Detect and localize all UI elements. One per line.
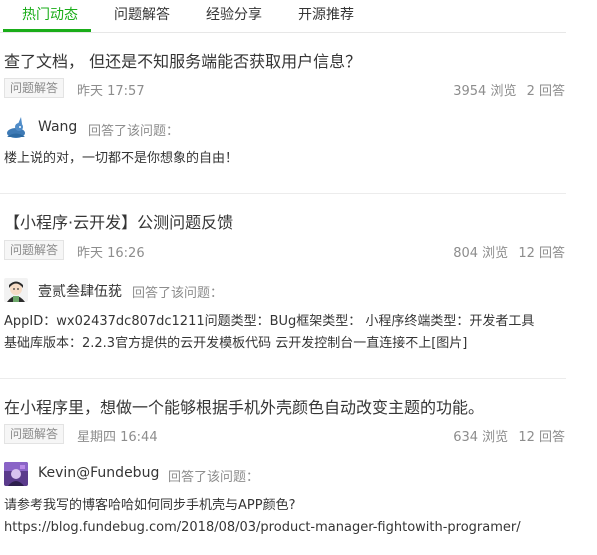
view-count: 3954 浏览 xyxy=(453,84,517,99)
category-tag[interactable]: 问题解答 xyxy=(4,424,65,444)
answered-label: 回答了该问题： xyxy=(168,470,260,485)
post-time: 昨天 17:57 xyxy=(77,84,145,99)
question-title[interactable]: 【小程序·云开发】公测问题反馈 xyxy=(4,209,233,233)
author-name[interactable]: 壹贰叁肆伍莸 xyxy=(38,281,122,301)
answer-count: 2 回答 xyxy=(526,84,565,99)
question-title[interactable]: 查了文档， 但还是不知服务端能否获取用户信息？ xyxy=(4,48,361,72)
purple-photo-avatar-icon[interactable] xyxy=(4,462,28,486)
post-time: 昨天 16:26 xyxy=(77,246,145,261)
answer-excerpt[interactable]: 请参考我写的博客哈哈如何同步手机壳与APP颜色? https://blog.fu… xyxy=(4,495,574,539)
tab-open-source[interactable]: 开源推荐 xyxy=(298,4,354,24)
category-tag[interactable]: 问题解答 xyxy=(4,240,65,260)
view-count: 634 浏览 xyxy=(453,430,509,445)
answer-line: https://blog.fundebug.com/2018/08/03/pro… xyxy=(4,520,521,535)
answer-count: 12 回答 xyxy=(518,246,565,261)
rabbit-avatar-icon[interactable] xyxy=(4,116,28,140)
category-tag[interactable]: 问题解答 xyxy=(4,78,65,98)
tab-hot-activity[interactable]: 热门动态 xyxy=(22,4,78,24)
author-name[interactable]: Kevin@Fundebug xyxy=(38,465,159,481)
answer-count: 12 回答 xyxy=(518,430,565,445)
answer-line: 基础库版本：2.2.3官方提供的云开发模板代码 云开发控制台一直连接不上[图片] xyxy=(4,336,468,351)
divider xyxy=(0,193,566,194)
question-stats: 3954 浏览 2 回答 xyxy=(447,80,565,99)
active-tab-indicator xyxy=(3,29,91,32)
divider xyxy=(0,378,566,379)
question-title[interactable]: 在小程序里，想做一个能够根据手机外壳颜色自动改变主题的功能。 xyxy=(4,394,484,418)
answered-label: 回答了该问题： xyxy=(132,286,224,301)
tab-experience[interactable]: 经验分享 xyxy=(206,4,262,24)
answer-line: AppID：wx02437dc807dc1211问题类型：BUg框架类型： 小程… xyxy=(4,314,535,329)
answer-excerpt[interactable]: AppID：wx02437dc807dc1211问题类型：BUg框架类型： 小程… xyxy=(4,311,574,355)
cartoon-girl-avatar-icon[interactable] xyxy=(4,278,28,302)
tab-bar: 热门动态 问题解答 经验分享 开源推荐 xyxy=(0,0,566,33)
question-stats: 634 浏览 12 回答 xyxy=(447,426,565,445)
tab-questions[interactable]: 问题解答 xyxy=(114,4,170,24)
view-count: 804 浏览 xyxy=(453,246,509,261)
author-name[interactable]: Wang xyxy=(38,119,77,135)
question-stats: 804 浏览 12 回答 xyxy=(447,242,565,261)
answer-excerpt[interactable]: 楼上说的对，一切都不是你想象的自由！ xyxy=(4,148,574,170)
answer-line: 楼上说的对，一切都不是你想象的自由！ xyxy=(4,151,239,166)
answer-line: 请参考我写的博客哈哈如何同步手机壳与APP颜色? xyxy=(4,498,296,513)
post-time: 星期四 16:44 xyxy=(77,430,158,445)
answered-label: 回答了该问题： xyxy=(88,124,180,139)
